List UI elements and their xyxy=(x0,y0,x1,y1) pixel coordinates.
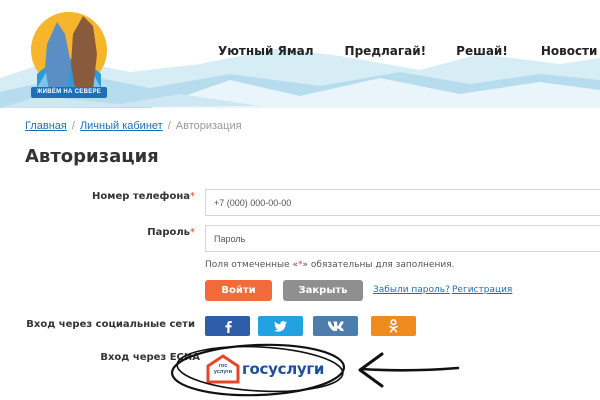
social-login-label: Вход через социальные сети xyxy=(26,319,195,330)
register-link[interactable]: Регистрация xyxy=(452,285,512,295)
forgot-password-link[interactable]: Забыли пароль? xyxy=(373,285,450,295)
odnoklassniki-login-button[interactable] xyxy=(371,316,416,336)
gosuslugi-logo-small-text: гос услуги xyxy=(213,363,233,375)
phone-label: Номер телефона* xyxy=(92,191,195,202)
twitter-icon xyxy=(274,320,287,332)
password-label: Пароль* xyxy=(147,227,195,238)
password-input[interactable] xyxy=(205,225,600,252)
gosuslugi-logo-text: госуслуги xyxy=(242,360,325,378)
required-note: Поля отмеченные «*» обязательны для запо… xyxy=(205,260,454,270)
required-note-start: Поля отмеченные « xyxy=(205,260,299,270)
vk-login-button[interactable] xyxy=(313,316,358,336)
main-nav: Уютный Ямал Предлагай! Решай! Новости xyxy=(218,44,597,58)
twitter-login-button[interactable] xyxy=(258,316,303,336)
gosuslugi-login-button[interactable]: гос услуги госуслуги xyxy=(204,353,334,387)
required-asterisk: * xyxy=(190,191,195,202)
phone-input[interactable] xyxy=(205,189,600,216)
site-header: ЖИВЁМ НА СЕВЕРЕ Уютный Ямал Предлагай! Р… xyxy=(0,0,600,108)
breadcrumb-separator: / xyxy=(167,120,171,132)
esia-login-label: Вход через ЕСИА xyxy=(100,352,200,363)
page-title: Авторизация xyxy=(25,146,159,167)
close-button[interactable]: Закрыть xyxy=(283,280,363,301)
nav-item-predlagai[interactable]: Предлагай! xyxy=(345,44,427,58)
odnoklassniki-icon xyxy=(389,319,398,333)
nav-item-novosti[interactable]: Новости xyxy=(541,44,598,58)
breadcrumb: Главная / Личный кабинет / Авторизация xyxy=(25,120,242,132)
phone-label-text: Номер телефона xyxy=(92,191,190,202)
breadcrumb-separator: / xyxy=(71,120,75,132)
facebook-icon xyxy=(224,320,232,333)
required-note-end: » обязательны для заполнения. xyxy=(302,260,455,270)
logo-caption: ЖИВЁМ НА СЕВЕРЕ xyxy=(31,87,107,98)
nav-item-reshai[interactable]: Решай! xyxy=(456,44,508,58)
login-button[interactable]: Войти xyxy=(205,280,272,301)
vk-icon xyxy=(327,321,344,331)
breadcrumb-current: Авторизация xyxy=(175,120,242,132)
breadcrumb-cabinet-link[interactable]: Личный кабинет xyxy=(80,120,163,132)
required-asterisk: * xyxy=(190,227,195,238)
nav-item-uyutnyi-yamal[interactable]: Уютный Ямал xyxy=(218,44,314,58)
password-label-text: Пароль xyxy=(147,227,190,238)
breadcrumb-home-link[interactable]: Главная xyxy=(25,120,67,132)
facebook-login-button[interactable] xyxy=(205,316,250,336)
